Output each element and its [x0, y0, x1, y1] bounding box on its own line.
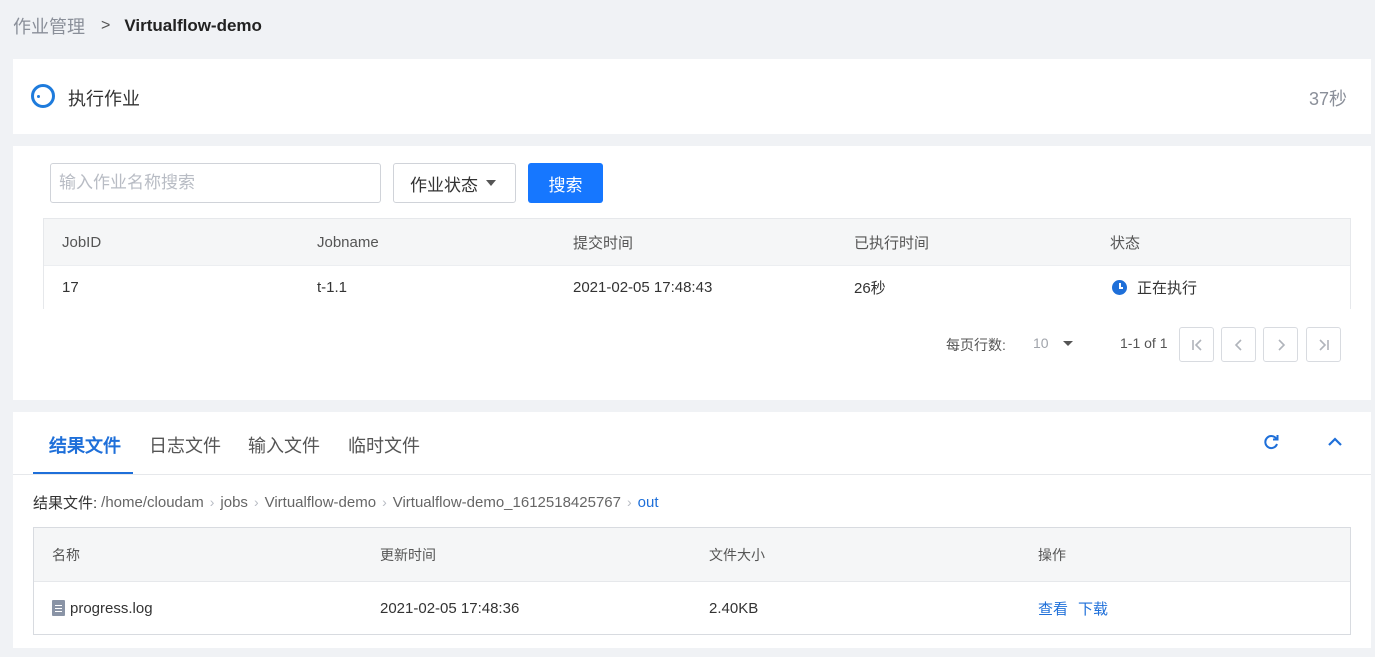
- first-page-icon: [1191, 338, 1202, 351]
- elapsed-total: 37秒: [1308, 89, 1347, 109]
- breadcrumb-current: Virtualflow-demo: [124, 16, 262, 35]
- job-status-card: 执行作业 37秒: [13, 59, 1371, 134]
- chevron-right-icon: ›: [209, 494, 215, 510]
- spinner-icon: [31, 84, 55, 108]
- column-header-actions: 操作: [1038, 546, 1066, 563]
- file-name-cell: progress.log: [52, 582, 153, 634]
- table-row: progress.log 2021-02-05 17:48:36 2.40KB …: [34, 581, 1350, 634]
- path-segment-jobs[interactable]: jobs: [220, 494, 248, 511]
- job-search-input[interactable]: [50, 163, 381, 203]
- file-updated: 2021-02-05 17:48:36: [380, 599, 520, 617]
- path-segment-home[interactable]: /home/cloudam: [101, 494, 204, 511]
- caret-down-icon: [486, 180, 496, 186]
- clock-icon: [1112, 280, 1127, 295]
- search-button[interactable]: 搜索: [528, 163, 603, 203]
- path-segment-job[interactable]: Virtualflow-demo: [265, 494, 376, 511]
- job-status-filter[interactable]: 作业状态: [393, 163, 516, 203]
- next-page-icon: [1277, 338, 1285, 351]
- table-row[interactable]: 17 t-1.1 2021-02-05 17:48:43 26秒 正在执行: [44, 265, 1350, 309]
- chevron-right-icon: ›: [382, 494, 387, 510]
- file-icon: [52, 600, 65, 616]
- chevron-right-icon: ›: [626, 494, 632, 510]
- column-header-name: 名称: [52, 546, 80, 563]
- breadcrumb-parent-link[interactable]: 作业管理: [13, 13, 85, 39]
- tab-input-files[interactable]: 输入文件: [248, 432, 320, 458]
- file-name[interactable]: progress.log: [70, 600, 153, 617]
- job-name: t-1.1: [317, 279, 348, 296]
- next-page-button[interactable]: [1263, 327, 1298, 362]
- rows-per-page-select[interactable]: 10: [1033, 332, 1075, 354]
- column-header-size: 文件大小: [709, 546, 765, 563]
- jobs-table: JobID Jobname 提交时间 已执行时间 状态 17 t-1.1 202…: [43, 218, 1351, 309]
- files-table-header: 名称 更新时间 文件大小 操作: [34, 528, 1350, 581]
- collapse-icon[interactable]: [1325, 432, 1345, 452]
- file-actions: 查看 下载: [1038, 582, 1118, 634]
- file-path-breadcrumb: 结果文件: /home/cloudam › jobs › Virtualflow…: [33, 492, 659, 512]
- job-status-filter-label: 作业状态: [410, 175, 478, 195]
- path-segment-out[interactable]: out: [638, 494, 659, 511]
- column-header-submit-time: 提交时间: [573, 234, 634, 252]
- job-id: 17: [62, 279, 79, 296]
- refresh-icon[interactable]: [1261, 432, 1281, 452]
- prev-page-button[interactable]: [1221, 327, 1256, 362]
- tab-result-files[interactable]: 结果文件: [49, 432, 121, 458]
- tab-log-files[interactable]: 日志文件: [149, 432, 221, 458]
- caret-down-icon: [1062, 340, 1073, 346]
- file-size: 2.40KB: [709, 599, 759, 617]
- tabs-divider: [13, 474, 1371, 475]
- chevron-right-icon: ›: [253, 494, 259, 510]
- jobs-card: 作业状态 搜索 JobID Jobname 提交时间 已执行时间 状态 17 t…: [13, 146, 1371, 400]
- last-page-icon: [1318, 338, 1329, 351]
- breadcrumb-separator: >: [101, 17, 111, 34]
- column-header-jobid: JobID: [62, 233, 102, 251]
- job-submit-time: 2021-02-05 17:48:43: [573, 279, 713, 296]
- prev-page-icon: [1234, 338, 1242, 351]
- download-file-link[interactable]: 下载: [1078, 598, 1108, 619]
- files-card: 结果文件 日志文件 输入文件 临时文件 结果文件: /home/cloudam …: [13, 412, 1371, 648]
- job-status: 正在执行: [1112, 266, 1197, 309]
- rows-per-page-label: 每页行数:: [946, 337, 1006, 353]
- job-elapsed: 26秒: [854, 280, 886, 297]
- column-header-status: 状态: [1110, 234, 1141, 252]
- file-path-label: 结果文件:: [33, 494, 98, 512]
- rows-per-page-value: 10: [1033, 335, 1049, 351]
- tab-temp-files[interactable]: 临时文件: [348, 432, 420, 458]
- breadcrumb: 作业管理 > Virtualflow-demo: [13, 14, 262, 38]
- last-page-button[interactable]: [1306, 327, 1341, 362]
- job-status-label: 正在执行: [1137, 280, 1198, 297]
- status-title: 执行作业: [68, 89, 140, 109]
- first-page-button[interactable]: [1179, 327, 1214, 362]
- page-range: 1-1 of 1: [1120, 335, 1168, 351]
- column-header-updated: 更新时间: [380, 546, 436, 563]
- active-tab-indicator: [33, 472, 133, 474]
- column-header-elapsed: 已执行时间: [854, 234, 930, 252]
- jobs-table-header: JobID Jobname 提交时间 已执行时间 状态: [44, 219, 1350, 265]
- files-table: 名称 更新时间 文件大小 操作 progress.log 2021-02-05 …: [33, 527, 1351, 635]
- view-file-link[interactable]: 查看: [1038, 598, 1068, 619]
- column-header-jobname: Jobname: [317, 233, 379, 251]
- path-segment-run[interactable]: Virtualflow-demo_1612518425767: [393, 494, 621, 511]
